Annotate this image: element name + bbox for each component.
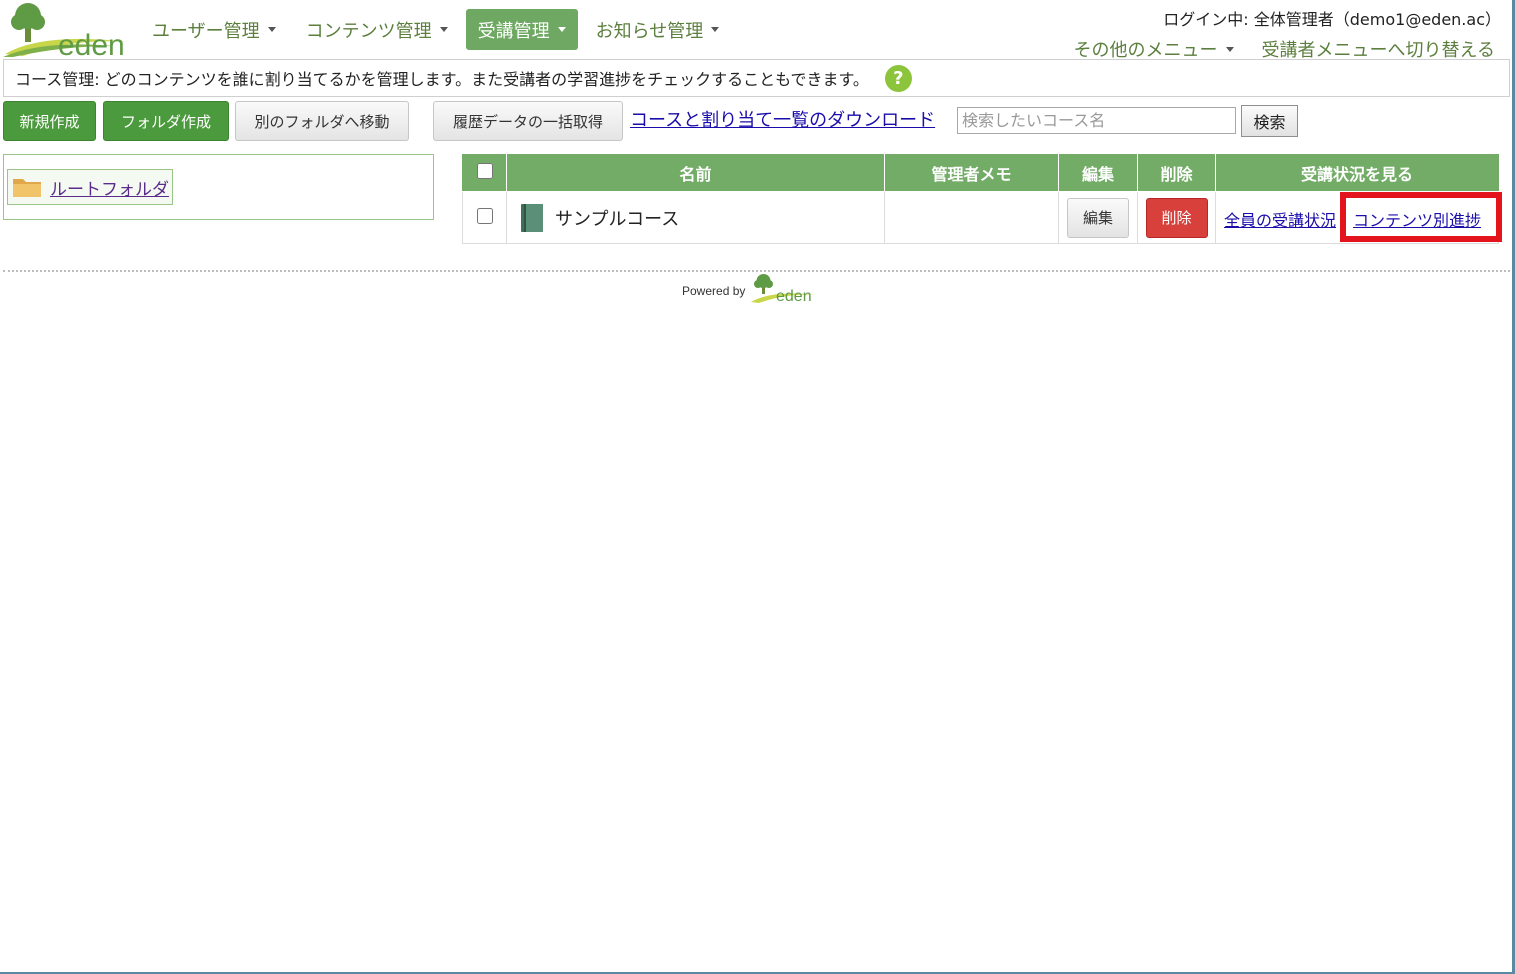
new-button[interactable]: 新規作成 — [3, 101, 96, 141]
nav-course-management[interactable]: 受講管理 — [465, 9, 578, 50]
book-icon — [521, 203, 543, 232]
powered-by-text: Powered by — [682, 284, 746, 298]
nav-user-management[interactable]: ユーザー管理 — [140, 9, 288, 50]
chevron-down-icon — [711, 27, 720, 32]
chevron-down-icon — [439, 27, 448, 32]
status-header: 受講状況を見る — [1215, 154, 1499, 192]
search-button[interactable]: 検索 — [1241, 105, 1298, 137]
folder-tree: ルートフォルダ — [3, 154, 434, 220]
edit-button[interactable]: 編集 — [1067, 197, 1129, 238]
move-folder-button[interactable]: 別のフォルダへ移動 — [235, 101, 409, 141]
course-name[interactable]: サンプルコース — [555, 205, 679, 231]
course-name-cell: サンプルコース — [506, 191, 885, 244]
folder-icon — [13, 179, 41, 197]
delete-header: 削除 — [1137, 154, 1216, 192]
history-download-button[interactable]: 履歴データの一括取得 — [433, 101, 623, 141]
delete-button[interactable]: 削除 — [1145, 197, 1208, 238]
select-all-header — [462, 154, 507, 192]
name-header: 名前 — [506, 154, 885, 192]
row-checkbox[interactable] — [476, 207, 493, 224]
content-progress-link[interactable]: コンテンツ別進捗 — [1353, 207, 1481, 231]
row-select-cell — [462, 191, 507, 244]
course-memo-cell — [884, 191, 1059, 244]
page-description: コース管理: どのコンテンツを誰に割り当てるかを管理します。また受講者の学習進捗… — [3, 59, 1510, 97]
new-folder-button[interactable]: フォルダ作成 — [103, 101, 229, 141]
table-row: サンプルコース 編集 削除 全員の受講状況 コンテンツ別進捗 — [462, 191, 1499, 244]
nav-label: ユーザー管理 — [152, 20, 260, 42]
main-nav: ユーザー管理 コンテンツ管理 受講管理 お知らせ管理 — [140, 9, 737, 50]
table-header-row: 名前 管理者メモ 編集 削除 受講状況を見る — [462, 154, 1499, 192]
nav-label: コンテンツ管理 — [305, 20, 432, 42]
footer-eden-logo[interactable]: eden — [749, 272, 819, 304]
all-learners-status-link[interactable]: 全員の受講状況 — [1224, 207, 1342, 231]
nav-notice-management[interactable]: お知らせ管理 — [584, 9, 732, 50]
edit-header: 編集 — [1058, 154, 1138, 192]
select-all-checkbox[interactable] — [476, 163, 493, 179]
nav-content-management[interactable]: コンテンツ管理 — [294, 9, 460, 50]
footer-logo-text: eden — [776, 288, 812, 304]
status-cell: 全員の受講状況 コンテンツ別進捗 — [1215, 191, 1499, 244]
powered-by-footer: Powered by eden — [682, 271, 827, 305]
description-text: コース管理: どのコンテンツを誰に割り当てるかを管理します。また受講者の学習進捗… — [15, 70, 869, 89]
chevron-down-icon — [1225, 46, 1234, 52]
edit-cell: 編集 — [1058, 191, 1138, 244]
eden-logo[interactable]: eden — [3, 2, 128, 57]
root-folder-link[interactable]: ルートフォルダ — [50, 175, 169, 200]
nav-label: 受講管理 — [477, 20, 550, 42]
folder-item-root[interactable]: ルートフォルダ — [7, 169, 173, 205]
delete-cell: 削除 — [1137, 191, 1216, 244]
chevron-down-icon — [557, 27, 566, 32]
logo-text: eden — [58, 29, 125, 57]
nav-label: お知らせ管理 — [595, 20, 704, 42]
memo-header: 管理者メモ — [884, 154, 1059, 192]
question-icon[interactable]: ? — [884, 64, 912, 92]
chevron-down-icon — [267, 27, 276, 32]
course-assignment-download-link[interactable]: コースと割り当て一覧のダウンロード — [630, 106, 935, 132]
course-table: 名前 管理者メモ 編集 削除 受講状況を見る サンプルコース 編集 削除 全員の… — [462, 154, 1499, 244]
course-search-input[interactable] — [957, 107, 1236, 134]
login-info: ログイン中: 全体管理者（demo1@eden.ac） — [1163, 10, 1501, 29]
